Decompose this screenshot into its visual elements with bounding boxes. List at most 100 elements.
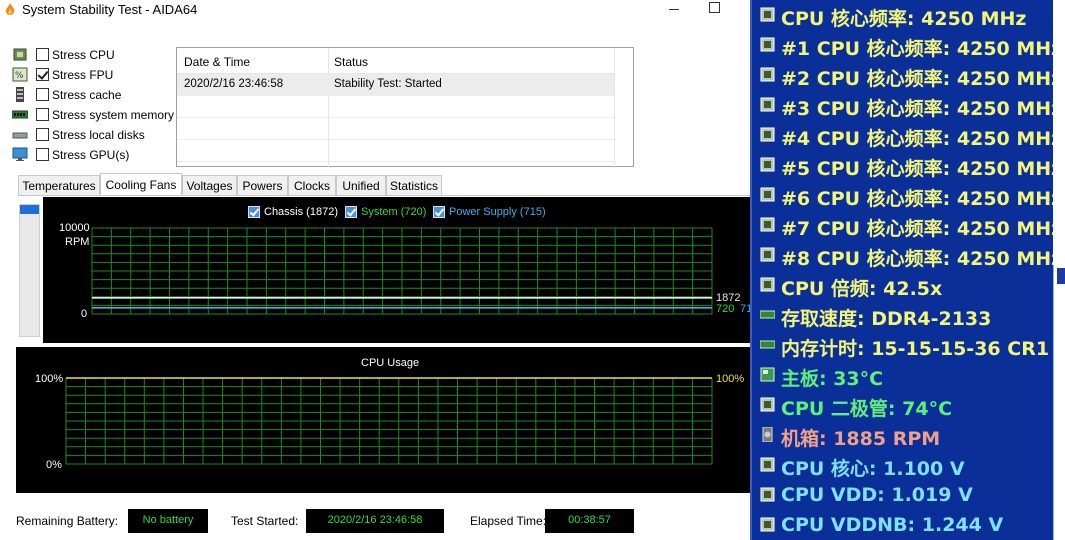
table-row-empty xyxy=(177,140,614,162)
tab-temperatures[interactable]: Temperatures xyxy=(18,175,100,196)
background-window-icon xyxy=(1057,268,1065,284)
fan-graph-canvas xyxy=(91,227,713,315)
stress-disks-option[interactable]: Stress local disks xyxy=(10,126,175,144)
cpu-chip-icon xyxy=(760,517,775,532)
battery-value: No battery xyxy=(128,509,208,533)
cpu-chip-icon xyxy=(760,457,775,472)
cpu-chip-icon xyxy=(760,7,775,22)
fan-y-unit-label: RPM xyxy=(65,236,90,248)
osd-sensor-row: 存取速度: DDR4-2133 xyxy=(752,300,1053,330)
stress-disks-checkbox[interactable] xyxy=(36,128,49,141)
osd-sensor-text: CPU 倍频: 42.5x xyxy=(781,278,943,300)
column-header-status[interactable]: Status xyxy=(334,55,368,69)
fan-list-scrollbar[interactable] xyxy=(19,204,40,337)
stress-memory-label: Stress system memory xyxy=(52,108,175,122)
osd-sensor-row: #1 CPU 核心频率: 4250 MHz xyxy=(752,30,1053,60)
flame-icon xyxy=(5,3,15,15)
minimize-button[interactable] xyxy=(664,0,684,16)
tab-clocks[interactable]: Clocks xyxy=(288,175,336,196)
cpu-usage-value: 100% xyxy=(716,373,745,385)
legend-chassis-checkbox[interactable] xyxy=(248,206,260,218)
memory-module-icon xyxy=(12,110,28,119)
osd-sensor-row: CPU 倍频: 42.5x xyxy=(752,270,1053,300)
column-divider xyxy=(614,48,615,167)
stress-cpu-option[interactable]: Stress CPU xyxy=(10,46,175,64)
tab-unified[interactable]: Unified xyxy=(336,175,386,196)
osd-sensor-row: #5 CPU 核心频率: 4250 MHz xyxy=(752,150,1053,180)
maximize-button[interactable] xyxy=(709,2,720,13)
motherboard-icon xyxy=(760,367,775,382)
fan-graph xyxy=(43,197,753,343)
table-row-empty xyxy=(177,96,614,118)
osd-sensor-row: CPU VDDNB: 1.244 V xyxy=(752,510,1053,540)
monitor-icon xyxy=(12,147,28,161)
cpu-chip-icon xyxy=(760,157,775,172)
cpu-chip-icon xyxy=(760,97,775,112)
cpu-chip-icon xyxy=(760,247,775,262)
stress-memory-checkbox[interactable] xyxy=(36,108,49,121)
background-window-edge xyxy=(1053,265,1065,540)
cpu-chip-icon xyxy=(760,127,775,142)
graph-grid xyxy=(91,227,713,315)
stress-gpu-checkbox[interactable] xyxy=(36,148,49,161)
sensor-osd-panel: CPU 核心频率: 4250 MHz #1 CPU 核心频率: 4250 MHz #… xyxy=(750,0,1053,540)
osd-sensor-row: 内存计时: 15-15-15-36 CR1 xyxy=(752,330,1053,360)
osd-sensor-text: CPU VDD: 1.019 V xyxy=(781,484,973,506)
tab-powers[interactable]: Powers xyxy=(237,175,288,196)
osd-sensor-text: CPU 核心频率: 4250 MHz xyxy=(781,8,1027,30)
fan-icon xyxy=(762,427,773,442)
osd-sensor-text: #5 CPU 核心频率: 4250 MHz xyxy=(781,158,1053,180)
cpu-chip-icon xyxy=(760,397,775,412)
cpu-y-min-label: 0% xyxy=(46,459,62,471)
legend-power-supply-label: Power Supply (715) xyxy=(449,206,546,218)
elapsed-time-value: 00:38:57 xyxy=(545,509,634,533)
column-header-datetime[interactable]: Date & Time xyxy=(184,55,250,69)
osd-sensor-text: 机箱: 1885 RPM xyxy=(781,428,941,450)
cache-icon xyxy=(16,87,24,102)
osd-sensor-row: CPU VDD: 1.019 V xyxy=(752,480,1053,510)
stress-fpu-option[interactable]: % Stress FPU xyxy=(10,66,175,84)
osd-sensor-text: CPU VDDNB: 1.244 V xyxy=(781,514,1004,536)
test-started-value: 2020/2/16 23:46:58 xyxy=(306,509,444,533)
table-header: Date & Time Status xyxy=(177,48,614,74)
stress-gpu-option[interactable]: Stress GPU(s) xyxy=(10,146,175,164)
fpu-icon: % xyxy=(12,67,28,82)
tab-cooling-fans[interactable]: Cooling Fans xyxy=(100,173,182,195)
legend-system-checkbox[interactable] xyxy=(345,206,357,218)
stress-fpu-checkbox[interactable] xyxy=(36,68,49,81)
osd-sensor-row: #2 CPU 核心频率: 4250 MHz xyxy=(752,60,1053,90)
svg-text:%: % xyxy=(15,71,24,81)
osd-sensor-text: CPU 核心: 1.100 V xyxy=(781,458,965,480)
stress-memory-option[interactable]: Stress system memory xyxy=(10,106,175,124)
osd-sensor-row: 机箱: 1885 RPM xyxy=(752,420,1053,450)
stress-cache-option[interactable]: Stress cache xyxy=(10,86,175,104)
legend-chassis-label: Chassis (1872) xyxy=(264,206,338,218)
legend-power-supply-checkbox[interactable] xyxy=(433,206,445,218)
osd-sensor-row: 主板: 33°C xyxy=(752,360,1053,390)
memory-module-icon xyxy=(760,340,775,349)
stress-gpu-label: Stress GPU(s) xyxy=(52,148,130,162)
osd-sensor-text: #2 CPU 核心频率: 4250 MHz xyxy=(781,68,1053,90)
stress-cache-checkbox[interactable] xyxy=(36,88,49,101)
table-row-empty xyxy=(177,118,614,140)
stress-cache-label: Stress cache xyxy=(52,88,122,102)
tab-statistics[interactable]: Statistics xyxy=(386,175,442,196)
status-log-table[interactable]: Date & Time Status 2020/2/16 23:46:58 St… xyxy=(176,47,634,167)
cpu-chip-icon xyxy=(760,217,775,232)
row-status: Stability Test: Started xyxy=(334,78,442,90)
osd-sensor-text: #1 CPU 核心频率: 4250 MHz xyxy=(781,38,1053,60)
memory-module-icon xyxy=(760,310,775,319)
fan-list-scroll-thumb[interactable] xyxy=(20,205,39,214)
stress-fpu-label: Stress FPU xyxy=(52,68,114,82)
osd-sensor-text: #3 CPU 核心频率: 4250 MHz xyxy=(781,98,1053,120)
osd-sensor-text: 内存计时: 15-15-15-36 CR1 xyxy=(781,338,1050,360)
fan-y-min-label: 0 xyxy=(81,308,88,320)
stress-disks-label: Stress local disks xyxy=(52,128,145,142)
osd-sensor-row: CPU 二极管: 74°C xyxy=(752,390,1053,420)
stress-cpu-checkbox[interactable] xyxy=(36,48,49,61)
table-row[interactable]: 2020/2/16 23:46:58 Stability Test: Start… xyxy=(177,74,614,96)
tab-voltages[interactable]: Voltages xyxy=(182,175,237,196)
fan-system-value: 720 xyxy=(716,303,735,315)
test-started-label: Test Started: xyxy=(231,514,299,528)
osd-sensor-row: CPU 核心: 1.100 V xyxy=(752,450,1053,480)
